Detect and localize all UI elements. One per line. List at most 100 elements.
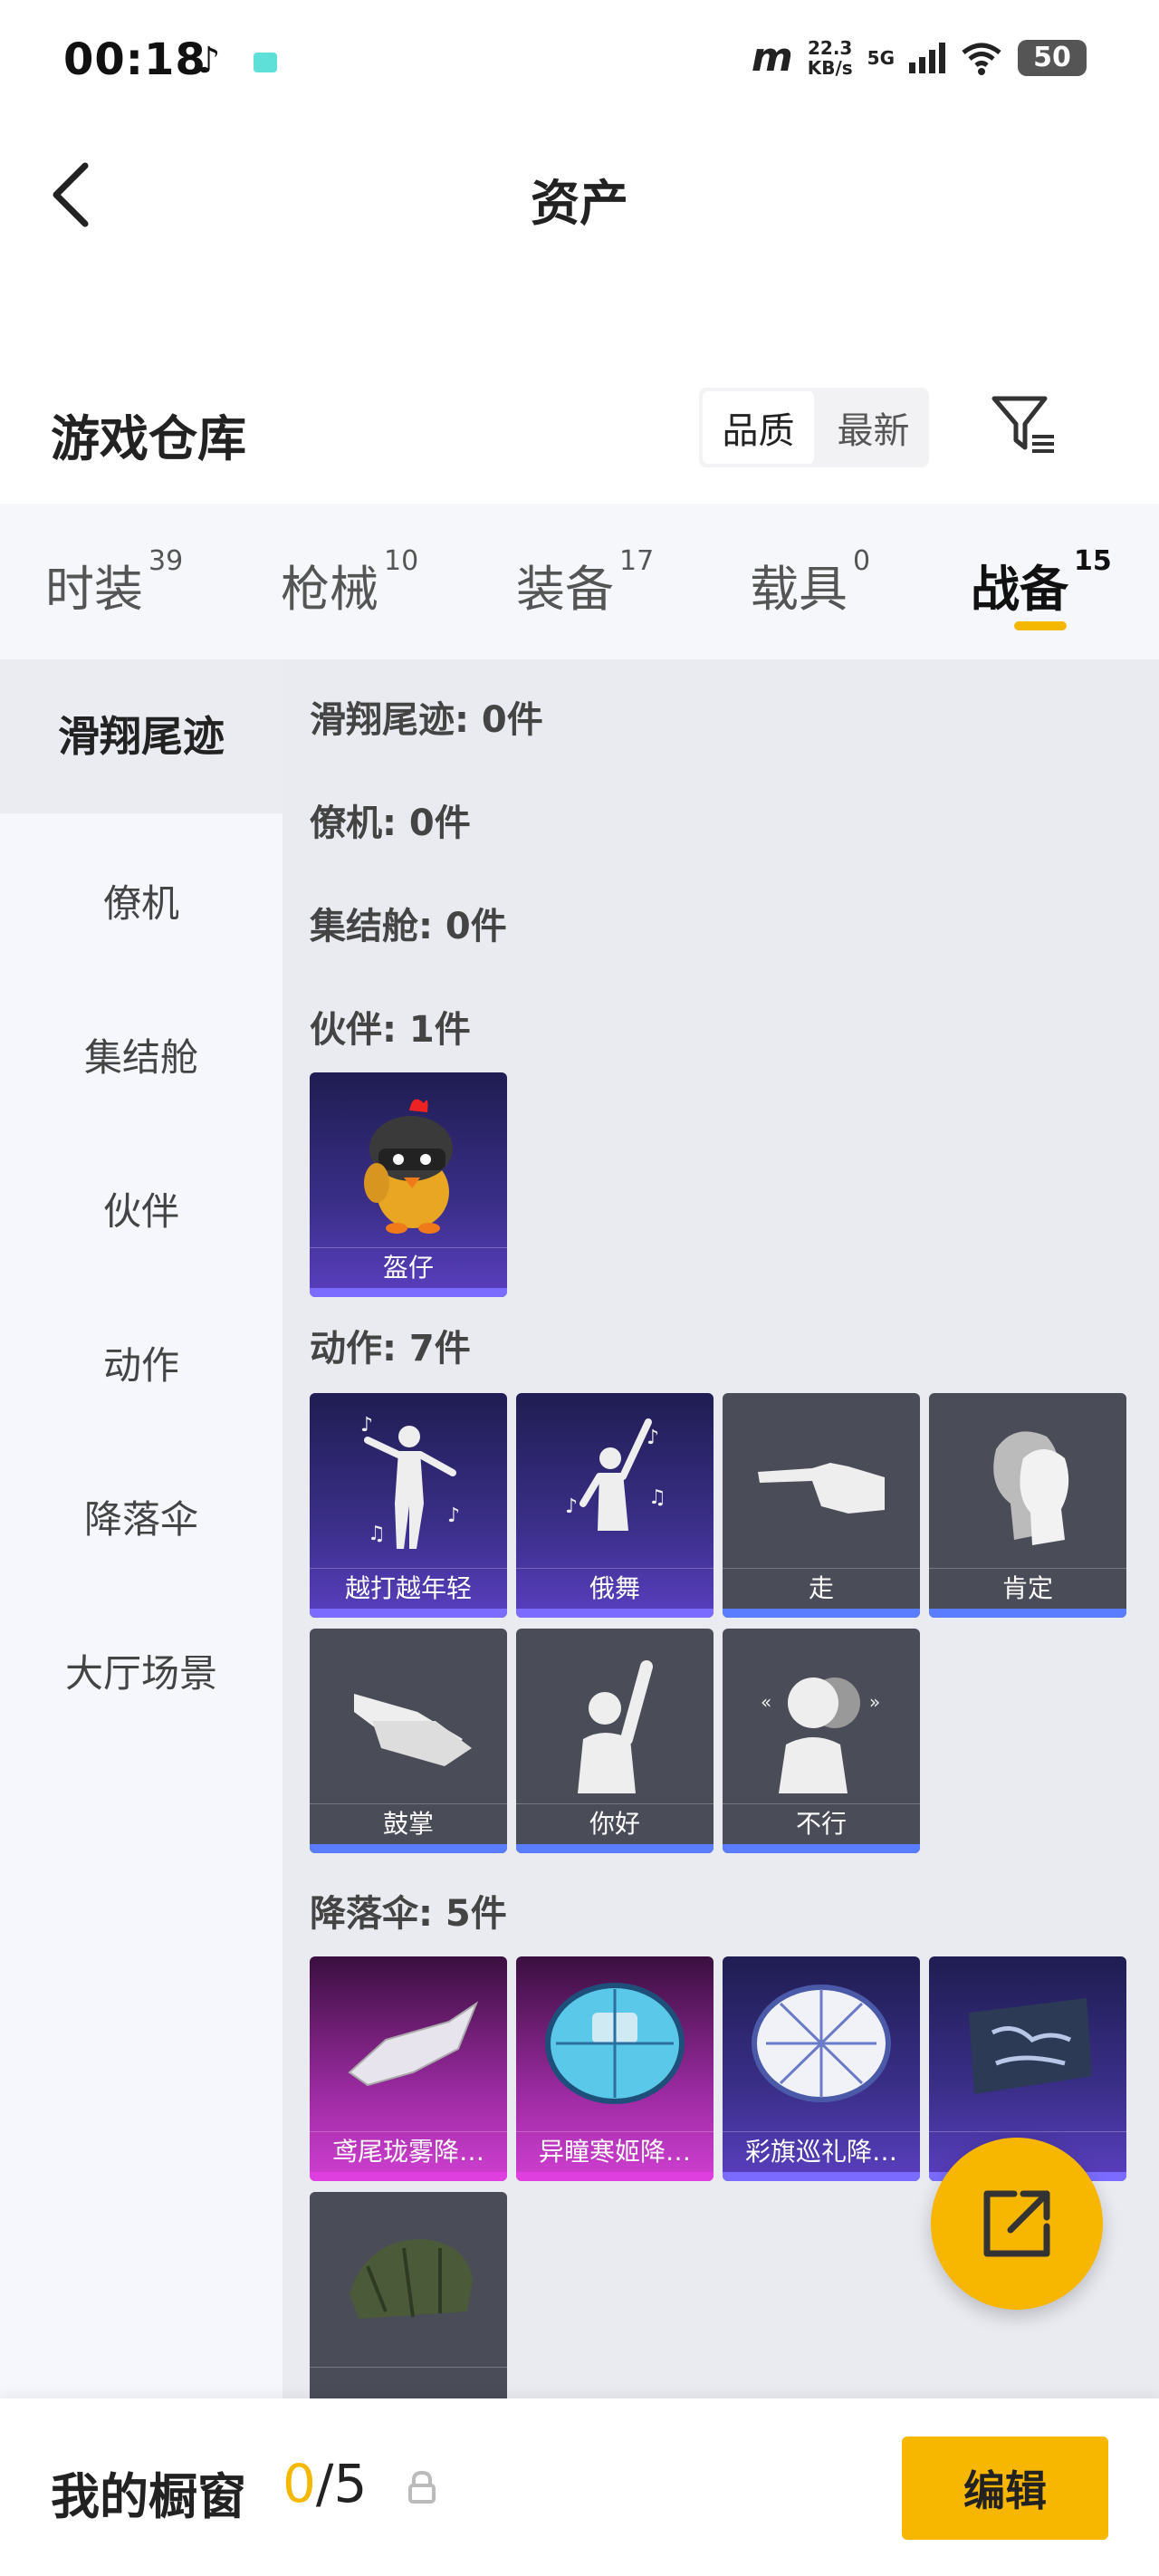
tab-guns[interactable]: 枪械 10 (281, 545, 418, 620)
item-card[interactable]: 肯定 (929, 1393, 1126, 1618)
parachute-art (516, 1956, 714, 2132)
signal-icon (909, 42, 945, 73)
item-card[interactable]: ♪ ♪ ♫ 越打越年轻 (310, 1393, 507, 1618)
gesture-art: « » (723, 1629, 920, 1804)
tab-active-indicator (1014, 621, 1067, 630)
rarity-bar (516, 1609, 714, 1618)
item-card[interactable]: 鼓掌 (310, 1629, 507, 1853)
sidebar-item-emote[interactable]: 动作 (0, 1335, 283, 1390)
item-card[interactable]: 你好 (516, 1629, 714, 1853)
status-time: 00:18 (63, 34, 206, 85)
tab-fashion[interactable]: 时装 39 (45, 545, 183, 620)
group-title-partner: 伙伴: 1件 (310, 1009, 471, 1051)
tab-label: 枪械 (281, 561, 378, 618)
tab-label: 战备 (971, 561, 1068, 618)
item-card[interactable]: « » 不行 (723, 1629, 920, 1853)
battery-icon: 50 (1018, 39, 1087, 76)
showcase-current: 0 (283, 2453, 316, 2514)
share-button[interactable] (931, 2138, 1103, 2310)
svg-text:«: « (761, 1691, 771, 1713)
sidebar-item-partner[interactable]: 伙伴 (0, 1181, 283, 1236)
tab-count: 39 (148, 545, 184, 577)
parachute-art (310, 2192, 507, 2368)
rarity-bar (310, 1844, 507, 1853)
sort-quality-button[interactable]: 品质 (703, 391, 814, 464)
parachute-art (310, 1956, 507, 2132)
item-card[interactable]: 盔仔 (310, 1072, 507, 1297)
gesture-art (516, 1629, 714, 1804)
status-bar: 00:18 ♪ m 22.3 KB/s 5G 50 (0, 0, 1159, 127)
rarity-bar (723, 1844, 920, 1853)
filter-icon[interactable] (989, 389, 1061, 462)
dancer-icon: ♪ ♪ ♫ (360, 1414, 460, 1549)
svg-text:♪: ♪ (360, 1414, 373, 1437)
item-name: 肯定 (929, 1568, 1126, 1609)
rarity-bar (516, 1844, 714, 1853)
item-card[interactable]: ♪ ♫ ♪ 俄舞 (516, 1393, 714, 1618)
sidebar-item-capsule[interactable]: 集结舱 (0, 1027, 283, 1082)
military-parachute-icon (350, 2239, 473, 2319)
network-speed: 22.3 KB/s (808, 38, 853, 78)
item-name: 俄舞 (516, 1568, 714, 1609)
dance-art: ♪ ♪ ♫ (310, 1393, 507, 1569)
item-card[interactable]: 走 (723, 1393, 920, 1618)
parachute-art (723, 1956, 920, 2132)
showcase-label: 我的橱窗 (51, 2468, 246, 2525)
tab-count: 17 (619, 545, 655, 577)
chick-helmet-icon (364, 1099, 453, 1234)
item-name: 不行 (723, 1803, 920, 1844)
rarity-bar (723, 2172, 920, 2181)
waving-person-icon (578, 1660, 653, 1793)
tiktok-icon: ♪ (197, 40, 221, 82)
tab-vehicles[interactable]: 载具 0 (750, 545, 870, 620)
sort-latest-button[interactable]: 最新 (818, 388, 929, 467)
rarity-bar (310, 1288, 507, 1297)
sidebar-item-parachute[interactable]: 降落伞 (0, 1489, 283, 1544)
tab-combat-gear[interactable]: 战备 15 (971, 545, 1112, 620)
pointing-hand-icon (758, 1463, 885, 1514)
network-speed-unit: KB/s (807, 56, 853, 79)
item-card[interactable]: 彩旗巡礼降… (723, 1956, 920, 2181)
item-card[interactable]: 鸢尾珑雾降… (310, 1956, 507, 2181)
parachute-art (929, 1956, 1126, 2132)
showcase-total: /5 (315, 2453, 368, 2514)
dance-art: ♪ ♫ ♪ (516, 1393, 714, 1569)
rarity-bar (310, 2172, 507, 2181)
share-icon (983, 2190, 1050, 2257)
item-name: 越打越年轻 (310, 1568, 507, 1609)
head-nod-icon (993, 1431, 1069, 1545)
gesture-art (723, 1393, 920, 1569)
category-tabs: 时装 39 枪械 10 装备 17 载具 0 战备 15 (0, 504, 1159, 659)
network-speed-value: 22.3 (808, 36, 853, 59)
gesture-art (929, 1393, 1126, 1569)
edit-button[interactable]: 编辑 (902, 2437, 1108, 2540)
group-title-glide: 滑翔尾迹: 0件 (310, 699, 543, 741)
sidebar: 滑翔尾迹 僚机 集结舱 伙伴 动作 降落伞 大厅场景 (0, 659, 283, 2398)
rarity-bar (723, 1609, 920, 1618)
head-shake-icon: « » (761, 1677, 880, 1793)
clapping-hands-icon (354, 1694, 472, 1766)
sort-toggle: 品质 最新 (699, 388, 929, 467)
svg-text:♪: ♪ (647, 1427, 659, 1449)
svg-text:♫: ♫ (648, 1486, 666, 1509)
item-card[interactable] (310, 2192, 507, 2417)
sidebar-item-glide-trail[interactable]: 滑翔尾迹 (0, 659, 283, 813)
item-name: 盔仔 (310, 1247, 507, 1288)
sidebar-item-lobby-scene[interactable]: 大厅场景 (0, 1643, 283, 1698)
sidebar-item-wingman[interactable]: 僚机 (0, 873, 283, 928)
tab-label: 载具 (750, 561, 848, 618)
svg-text:♪: ♪ (447, 1504, 460, 1527)
showcase-bar: 我的橱窗 0/5 编辑 (0, 2398, 1159, 2576)
rarity-bar (929, 1609, 1126, 1618)
item-name: 鼓掌 (310, 1803, 507, 1844)
gesture-art (310, 1629, 507, 1804)
item-name: 走 (723, 1568, 920, 1609)
showcase-count: 0/5 (283, 2453, 367, 2514)
square-parachute-icon (969, 1998, 1092, 2094)
tab-equipment[interactable]: 装备 17 (516, 545, 654, 620)
item-card[interactable]: 异瞳寒姬降… (516, 1956, 714, 2181)
rarity-bar (516, 2172, 714, 2181)
warehouse-title: 游戏仓库 (51, 410, 246, 467)
round-parachute-icon (752, 1985, 891, 2102)
item-name: 彩旗巡礼降… (723, 2131, 920, 2172)
